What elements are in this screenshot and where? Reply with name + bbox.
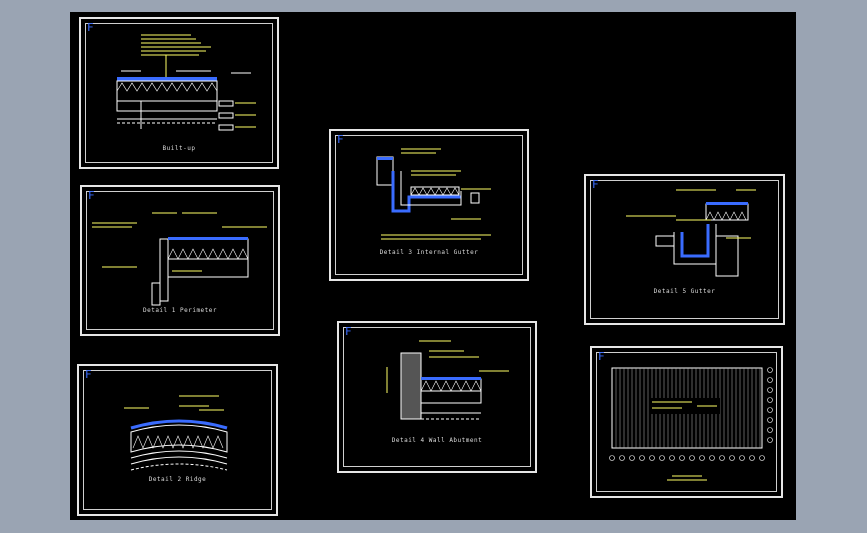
cad-drawing-canvas[interactable]: F Built-up F Detail 3 Internal Gutter F … [70, 12, 796, 520]
sheet-caption: Detail 4 Wall Abutment [391, 437, 483, 444]
roof-plan-drawing [609, 367, 773, 481]
sheet-caption: Built-up [162, 145, 196, 152]
gutter-drawing [626, 189, 756, 277]
detail-sheet-built-up[interactable]: F Built-up [79, 17, 279, 169]
detail-sheet-ridge[interactable]: F Detail 2 Ridge [77, 364, 278, 516]
sheet-caption: Detail 5 Gutter [653, 288, 716, 295]
perimeter-drawing [92, 212, 267, 306]
detail-sheet-internal-gutter[interactable]: F Detail 3 Internal Gutter [329, 129, 529, 281]
detail-sheet-gutter[interactable]: F Detail 5 Gutter [584, 174, 785, 325]
sheet-caption: Detail 1 Perimeter [142, 307, 218, 314]
sheet-caption: Detail 2 Ridge [148, 476, 207, 483]
detail-sheet-wall-abutment[interactable]: F Detail 4 Wall Abutment [337, 321, 537, 473]
detail-sheet-perimeter[interactable]: F Detail 1 Perimeter [80, 185, 280, 336]
internal-gutter-drawing [376, 148, 491, 240]
sheet-caption: Detail 3 Internal Gutter [379, 249, 479, 256]
wall-abutment-drawing [386, 340, 509, 420]
ridge-drawing [124, 395, 228, 471]
detail-sheet-roof-plan[interactable]: F [590, 346, 783, 498]
